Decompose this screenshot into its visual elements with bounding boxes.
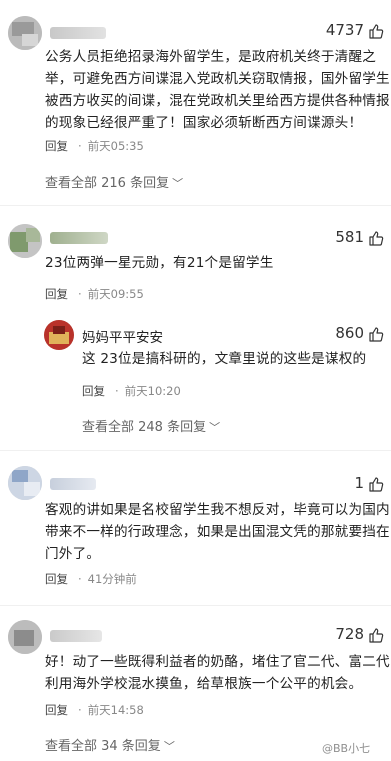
username-blurred: [50, 478, 96, 490]
like-count: 1: [354, 474, 364, 492]
avatar[interactable]: [8, 16, 42, 50]
watermark: @BB小七: [322, 742, 371, 755]
reply-avatar[interactable]: [44, 320, 74, 350]
like-count: 581: [335, 228, 364, 246]
like-count: 728: [335, 625, 364, 643]
reply-meta: 回复 · 前天10:20: [82, 384, 181, 398]
avatar[interactable]: [8, 224, 42, 258]
comment-text: 公务人员拒绝招录海外留学生，是政府机关终于清醒之 举，可避免西方间谍混入党政机关…: [45, 49, 390, 131]
timestamp: 前天14:58: [87, 703, 144, 717]
timestamp: 前天09:55: [87, 287, 144, 301]
reply-text: 这 23位是搞科研的，文章里说的这些是谋权的: [82, 351, 367, 367]
thumb-up-icon[interactable]: [368, 23, 384, 39]
thumb-up-icon[interactable]: [368, 230, 384, 246]
like-count: 4737: [325, 21, 364, 39]
thumb-up-icon[interactable]: [368, 326, 384, 342]
comment-meta: 回复 · 前天09:55: [45, 287, 144, 301]
divider: [0, 605, 391, 606]
view-all-replies[interactable]: 查看全部 248 条回复 ﹀: [82, 416, 220, 435]
chevron-down-icon: ﹀: [209, 421, 221, 434]
thumb-up-icon[interactable]: [368, 476, 384, 492]
comment-text: 好！动了一些既得利益者的奶酪，堵住了官二代、富二代 利用海外学校混水摸鱼，给草根…: [45, 654, 390, 692]
comment-text: 23位两弹一星元勋，有21个是留学生: [45, 255, 274, 271]
timestamp: 41分钟前: [87, 572, 137, 586]
comment-meta: 回复 · 41分钟前: [45, 572, 137, 586]
timestamp: 前天05:35: [87, 139, 144, 153]
like-count: 860: [335, 324, 364, 342]
reply-button[interactable]: 回复: [45, 572, 68, 586]
view-all-replies[interactable]: 查看全部 216 条回复 ﹀: [45, 172, 183, 191]
reply-button[interactable]: 回复: [45, 287, 68, 301]
reply-nickname[interactable]: 妈妈平平安安: [82, 326, 163, 346]
view-all-replies[interactable]: 查看全部 34 条回复 ﹀: [45, 735, 175, 754]
username-blurred: [50, 27, 106, 39]
thumb-up-icon[interactable]: [368, 627, 384, 643]
comment-meta: 回复 · 前天05:35: [45, 139, 144, 153]
comment-meta: 回复 · 前天14:58: [45, 703, 144, 717]
divider: [0, 450, 391, 451]
timestamp: 前天10:20: [124, 384, 181, 398]
comment-text: 客观的讲如果是名校留学生我不想反对，毕竟可以为国内 带来不一样的行政理念，如果是…: [45, 502, 390, 562]
divider: [0, 205, 391, 206]
avatar[interactable]: [8, 620, 42, 654]
chevron-down-icon: ﹀: [172, 177, 184, 190]
chevron-down-icon: ﹀: [163, 740, 175, 753]
username-blurred: [50, 630, 102, 642]
username-blurred: [50, 232, 108, 244]
avatar[interactable]: [8, 466, 42, 500]
reply-button[interactable]: 回复: [82, 384, 105, 398]
reply-button[interactable]: 回复: [45, 139, 68, 153]
reply-button[interactable]: 回复: [45, 703, 68, 717]
